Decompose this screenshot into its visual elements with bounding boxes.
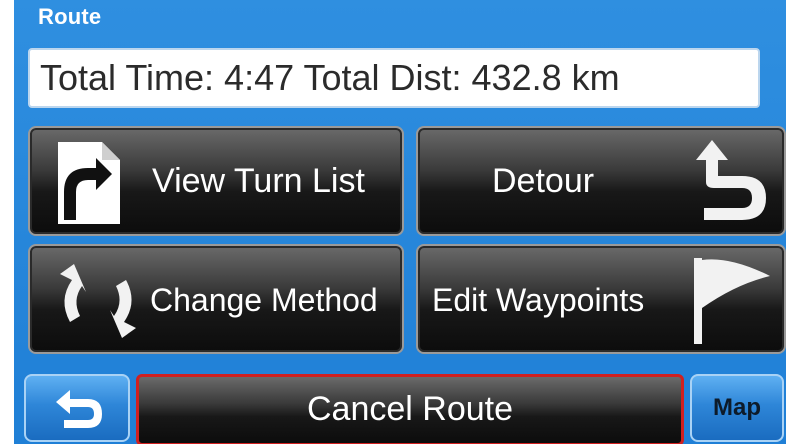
view-turn-list-button[interactable]: View Turn List	[28, 126, 404, 236]
back-button[interactable]	[24, 374, 130, 442]
route-summary: Total Time: 4:47 Total Dist: 432.8 km	[28, 48, 760, 108]
detour-arrow-icon	[696, 140, 766, 220]
screen-title: Route	[38, 4, 102, 29]
bottom-bar: Cancel Route Map	[14, 368, 786, 444]
change-method-button[interactable]: Change Method	[28, 244, 404, 354]
flag-icon	[694, 258, 770, 344]
cancel-route-button[interactable]: Cancel Route	[136, 374, 684, 444]
detour-label: Detour	[492, 162, 595, 200]
edit-waypoints-label: Edit Waypoints	[432, 282, 645, 318]
circular-arrows-icon	[60, 264, 136, 338]
detour-button[interactable]: Detour	[416, 126, 786, 236]
route-summary-text: Total Time: 4:47 Total Dist: 432.8 km	[40, 57, 620, 98]
turn-list-document-icon	[58, 142, 120, 224]
route-screen: Route Total Time: 4:47 Total Dist: 432.8…	[14, 0, 786, 444]
edit-waypoints-button[interactable]: Edit Waypoints	[416, 244, 786, 354]
change-method-label: Change Method	[150, 282, 378, 318]
view-turn-list-label: View Turn List	[152, 162, 365, 200]
back-arrow-icon	[56, 390, 102, 428]
map-button[interactable]: Map	[690, 374, 784, 442]
